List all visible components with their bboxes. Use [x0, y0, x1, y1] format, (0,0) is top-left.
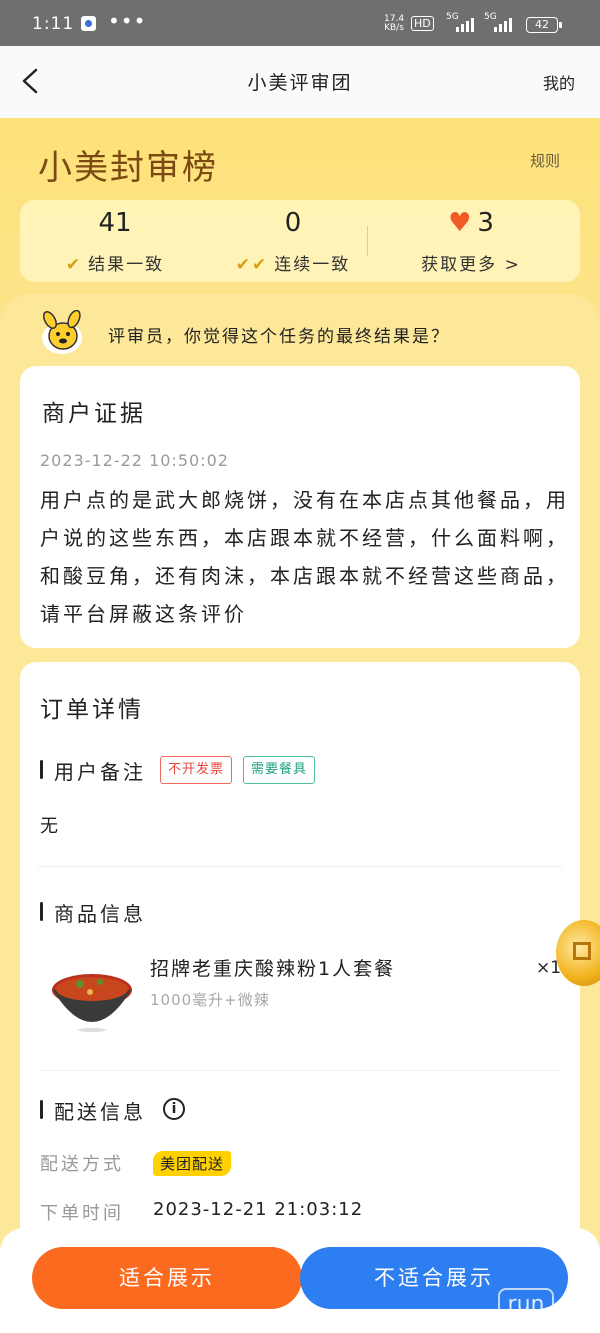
section-title: 订单详情	[40, 697, 144, 723]
product-name: 招牌老重庆酸辣粉1人套餐	[150, 958, 396, 980]
evidence-text: 用户点的是武大郎烧饼，没有在本店点其他餐品，用户说的这些东西，本店跟本就不经营，…	[40, 488, 569, 626]
tag-need-cutlery: 需要餐具	[243, 756, 316, 784]
stat-label: 结果一致	[88, 255, 165, 275]
stat-label: 连续一致	[274, 255, 351, 275]
stat-streak-consistent: 0 ✔✔ 连续一致	[198, 200, 388, 282]
status-bar: 1:11 ••• 17.4 KB/s HD 5G 5G 42	[0, 0, 600, 46]
status-time: 1:11	[32, 14, 75, 34]
get-more-link[interactable]: 获取更多 >	[376, 250, 566, 275]
signal-strength-icon	[456, 16, 474, 32]
mascot-icon	[42, 310, 82, 354]
stats-divider	[367, 226, 368, 256]
stat-hearts[interactable]: ♥ 3 获取更多 >	[376, 200, 566, 282]
leaderboard-title: 小美封审榜	[38, 148, 218, 188]
double-check-icon: ✔✔	[235, 255, 269, 275]
section-title: 商户证据	[42, 401, 146, 427]
hd-voice-icon: HD	[411, 16, 434, 31]
product-image	[52, 974, 132, 1032]
approve-button[interactable]: 适合展示	[32, 1247, 302, 1309]
network-speed: 17.4 KB/s	[384, 14, 405, 33]
stat-value: 41	[98, 208, 132, 238]
stats-panel: 41 ✔ 结果一致 0 ✔✔ 连续一致 ♥ 3 获取更多 >	[20, 200, 580, 282]
stat-value: 3	[477, 208, 494, 238]
product-info-heading: 商品信息	[40, 898, 146, 927]
stat-value: 0	[284, 208, 302, 238]
more-notifications-icon: •••	[108, 9, 147, 33]
page-title: 小美评审团	[247, 72, 353, 94]
user-remark-value: 无	[40, 816, 58, 837]
watermark-logo: run	[498, 1288, 554, 1324]
tag-no-invoice: 不开发票	[160, 756, 233, 784]
check-icon: ✔	[65, 255, 83, 275]
delivery-method-badge: 美团配送	[153, 1151, 232, 1176]
product-spec: 1000毫升+微辣	[150, 991, 270, 1009]
merchant-evidence-card: 商户证据 2023-12-22 10:50:02 用户点的是武大郎烧饼，没有在本…	[20, 366, 580, 648]
notification-app-icon	[81, 16, 96, 31]
stat-result-consistent: 41 ✔ 结果一致	[20, 200, 210, 282]
order-details-card: 订单详情 用户备注 不开发票 需要餐具 无 商品信息 招牌老重庆酸辣粉1人套餐 …	[20, 662, 580, 1282]
user-remark-heading: 用户备注	[40, 756, 146, 785]
nav-bar: 小美评审团 我的	[0, 46, 600, 118]
rules-link[interactable]: 规则	[530, 150, 560, 171]
order-time-value: 2023-12-21 21:03:12	[153, 1199, 364, 1220]
order-time-label: 下单时间	[40, 1203, 124, 1224]
divider	[38, 866, 562, 867]
delivery-method-label: 配送方式	[40, 1154, 124, 1175]
review-question: 评审员，你觉得这个任务的最终结果是？	[108, 327, 450, 347]
battery-icon: 42	[526, 17, 562, 33]
info-icon[interactable]: i	[163, 1098, 185, 1120]
evidence-timestamp: 2023-12-22 10:50:02	[40, 451, 229, 470]
mine-link[interactable]: 我的	[543, 70, 575, 94]
leaderboard-header: 小美封审榜 规则 41 ✔ 结果一致 0 ✔✔ 连续一致 ♥ 3 获取更多 >	[0, 118, 600, 318]
divider	[38, 1070, 562, 1071]
signal-strength-icon-2	[494, 16, 512, 32]
delivery-info-heading: 配送信息	[40, 1096, 146, 1125]
heart-icon: ♥	[448, 208, 472, 238]
